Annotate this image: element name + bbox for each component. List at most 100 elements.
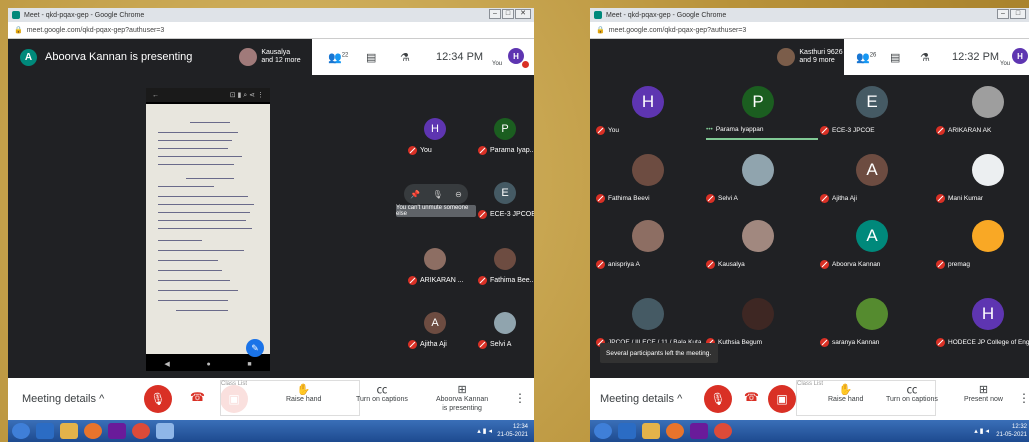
right-meet-window: Meet - qkd-pqax-gep - Google Chrome – □ … (590, 8, 1029, 442)
participant-name: Mani Kumar (948, 195, 984, 202)
participant-name-row: HODECE JP College of Engineeri... (936, 338, 1029, 347)
notification-dot (522, 61, 529, 68)
people-icon[interactable]: 👥26 (856, 51, 876, 64)
participant-avatar (972, 220, 1004, 252)
more-options-button[interactable]: ⋮ (1018, 391, 1029, 405)
participant-avatar (494, 312, 516, 334)
participant-tile[interactable]: E ECE-3 JPCOE (820, 86, 920, 142)
participant-name-row: Fathima Beevi (596, 194, 650, 203)
participant-tile[interactable]: ARIKARAN AK (936, 86, 1029, 142)
participant-name-row: ••• Parama Iyappan (706, 126, 764, 133)
captions-button[interactable]: ㏄ Turn on captions (356, 385, 408, 404)
activities-icon[interactable]: ⚗ (920, 51, 930, 64)
presenting-line1: Aboorva Kannan (436, 396, 489, 403)
lock-icon: 🔒 (14, 27, 23, 34)
mic-muted-icon (820, 126, 829, 135)
people-count: 26 (869, 51, 877, 58)
mic-off-button[interactable]: 🎙 (144, 385, 172, 413)
ie-icon[interactable] (618, 423, 636, 439)
chrome-icon[interactable] (132, 423, 150, 439)
firefox-icon[interactable] (84, 423, 102, 439)
participant-name: Ajitha Aji (832, 195, 857, 202)
close-icon[interactable]: ✕ (515, 9, 531, 19)
participant-tile[interactable]: Fathima Beevi (596, 154, 696, 210)
more-options-button[interactable]: ⋮ (514, 391, 526, 405)
meeting-details-button[interactable]: Meeting details ^ (22, 393, 104, 405)
media-player-icon[interactable] (108, 423, 126, 439)
mic-muted-icon (408, 340, 417, 349)
tab-title: Meet - qkd-pqax-gep - Google Chrome (606, 11, 727, 19)
media-player-icon[interactable] (690, 423, 708, 439)
window-controls: – □ ✕ (489, 9, 531, 19)
minimize-icon[interactable]: – (997, 9, 1009, 19)
camera-off-icon: ▣ (776, 392, 788, 406)
presenting-button[interactable]: ⊞ Aboorva Kannan is presenting (436, 385, 489, 413)
participant-name-row: Aboorva Kannan (820, 260, 880, 269)
minimize-icon[interactable]: – (489, 9, 501, 19)
participant-avatar: A (424, 312, 446, 334)
participant-name: premag (948, 261, 971, 268)
tile-hover-controls[interactable]: 📌 🎙 ⊖ (404, 184, 468, 204)
leave-call-button[interactable]: ☎ (190, 390, 205, 404)
people-icon[interactable]: 👥22 (328, 51, 348, 64)
tray-time: 12:34 (512, 424, 528, 430)
participants-pill[interactable]: Kausalya and 12 more (239, 48, 301, 66)
participant-name: ARIKARAN ... (420, 277, 464, 284)
speaking-indicator-icon: ••• (706, 126, 713, 133)
participant-tile[interactable]: Kuthsia Begum (706, 298, 806, 354)
url-text: meet.google.com/qkd-pqax-gep?authuser=3 (608, 26, 747, 34)
participant-name-row: Selvi A (478, 340, 511, 349)
participant-tile[interactable]: A Ajitha Aji (820, 154, 920, 210)
participant-tile[interactable]: Mani Kumar (936, 154, 1029, 210)
more-options-icon[interactable]: ⊖ (455, 190, 462, 199)
back-arrow-icon: ← (152, 91, 159, 99)
activities-icon[interactable]: ⚗ (400, 51, 410, 64)
presenter-text: Aboorva Kannan is presenting (45, 51, 193, 63)
address-bar[interactable]: 🔒 meet.google.com/qkd-pqax-gep?authuser=… (590, 22, 1029, 39)
app-icon[interactable] (156, 423, 174, 439)
maximize-icon[interactable]: □ (502, 9, 514, 19)
mic-muted-icon (706, 260, 715, 269)
explorer-icon[interactable] (60, 423, 78, 439)
participants-pill[interactable]: Kasthuri 9626 and 9 more (777, 48, 843, 66)
handwritten-page (146, 104, 270, 354)
pin-icon[interactable]: 📌 (410, 190, 420, 199)
account-avatar[interactable]: H (1012, 48, 1028, 64)
participant-tile[interactable]: saranya Kannan (820, 298, 920, 354)
chat-icon[interactable]: ▤ (890, 51, 900, 64)
participant-avatar: P (742, 86, 774, 118)
tray-icons[interactable]: ▴ ▮ ◂ (477, 427, 492, 435)
raise-hand-button[interactable]: ✋ Raise hand (286, 385, 321, 404)
meeting-details-button[interactable]: Meeting details ^ (600, 393, 682, 405)
participant-tile[interactable]: H You (596, 86, 696, 142)
firefox-icon[interactable] (666, 423, 684, 439)
participant-avatar (972, 86, 1004, 118)
participant-tile[interactable]: Selvi A (706, 154, 806, 210)
maximize-icon[interactable]: □ (1010, 9, 1026, 19)
chat-icon[interactable]: ▤ (366, 51, 376, 64)
start-button-icon[interactable] (594, 423, 612, 439)
leave-call-button[interactable]: ☎ (744, 390, 759, 404)
present-now-button[interactable]: ⊞ Present now (964, 385, 1003, 404)
mic-off-button[interactable]: 🎙 (704, 385, 732, 413)
tray-icons[interactable]: ▴ ▮ ◂ (974, 427, 989, 435)
participant-tile[interactable]: anispriya A (596, 220, 696, 276)
participant-tile[interactable]: Kausalya (706, 220, 806, 276)
participant-tile[interactable]: A Aboorva Kannan (820, 220, 920, 276)
explorer-icon[interactable] (642, 423, 660, 439)
address-bar[interactable]: 🔒 meet.google.com/qkd-pqax-gep?authuser=… (8, 22, 534, 39)
camera-off-button[interactable]: ▣ (768, 385, 796, 413)
start-button-icon[interactable] (12, 423, 30, 439)
captions-button[interactable]: ㏄ Turn on captions (886, 385, 938, 404)
ie-icon[interactable] (36, 423, 54, 439)
participant-tile[interactable]: H HODECE JP College of Engineeri... (936, 298, 1029, 354)
participant-name: ARIKARAN AK (948, 127, 992, 134)
mic-muted-icon (936, 260, 945, 269)
tray-clock: 12:34 21-05-2021 (497, 423, 528, 439)
participant-tile[interactable]: premag (936, 220, 1029, 276)
participant-tile[interactable]: P ••• Parama Iyappan (706, 86, 818, 142)
raise-hand-button[interactable]: ✋ Raise hand (828, 384, 863, 404)
pill-line1: Kasthuri 9626 (799, 49, 843, 56)
hand-icon: ✋ (838, 384, 853, 396)
chrome-icon[interactable] (714, 423, 732, 439)
